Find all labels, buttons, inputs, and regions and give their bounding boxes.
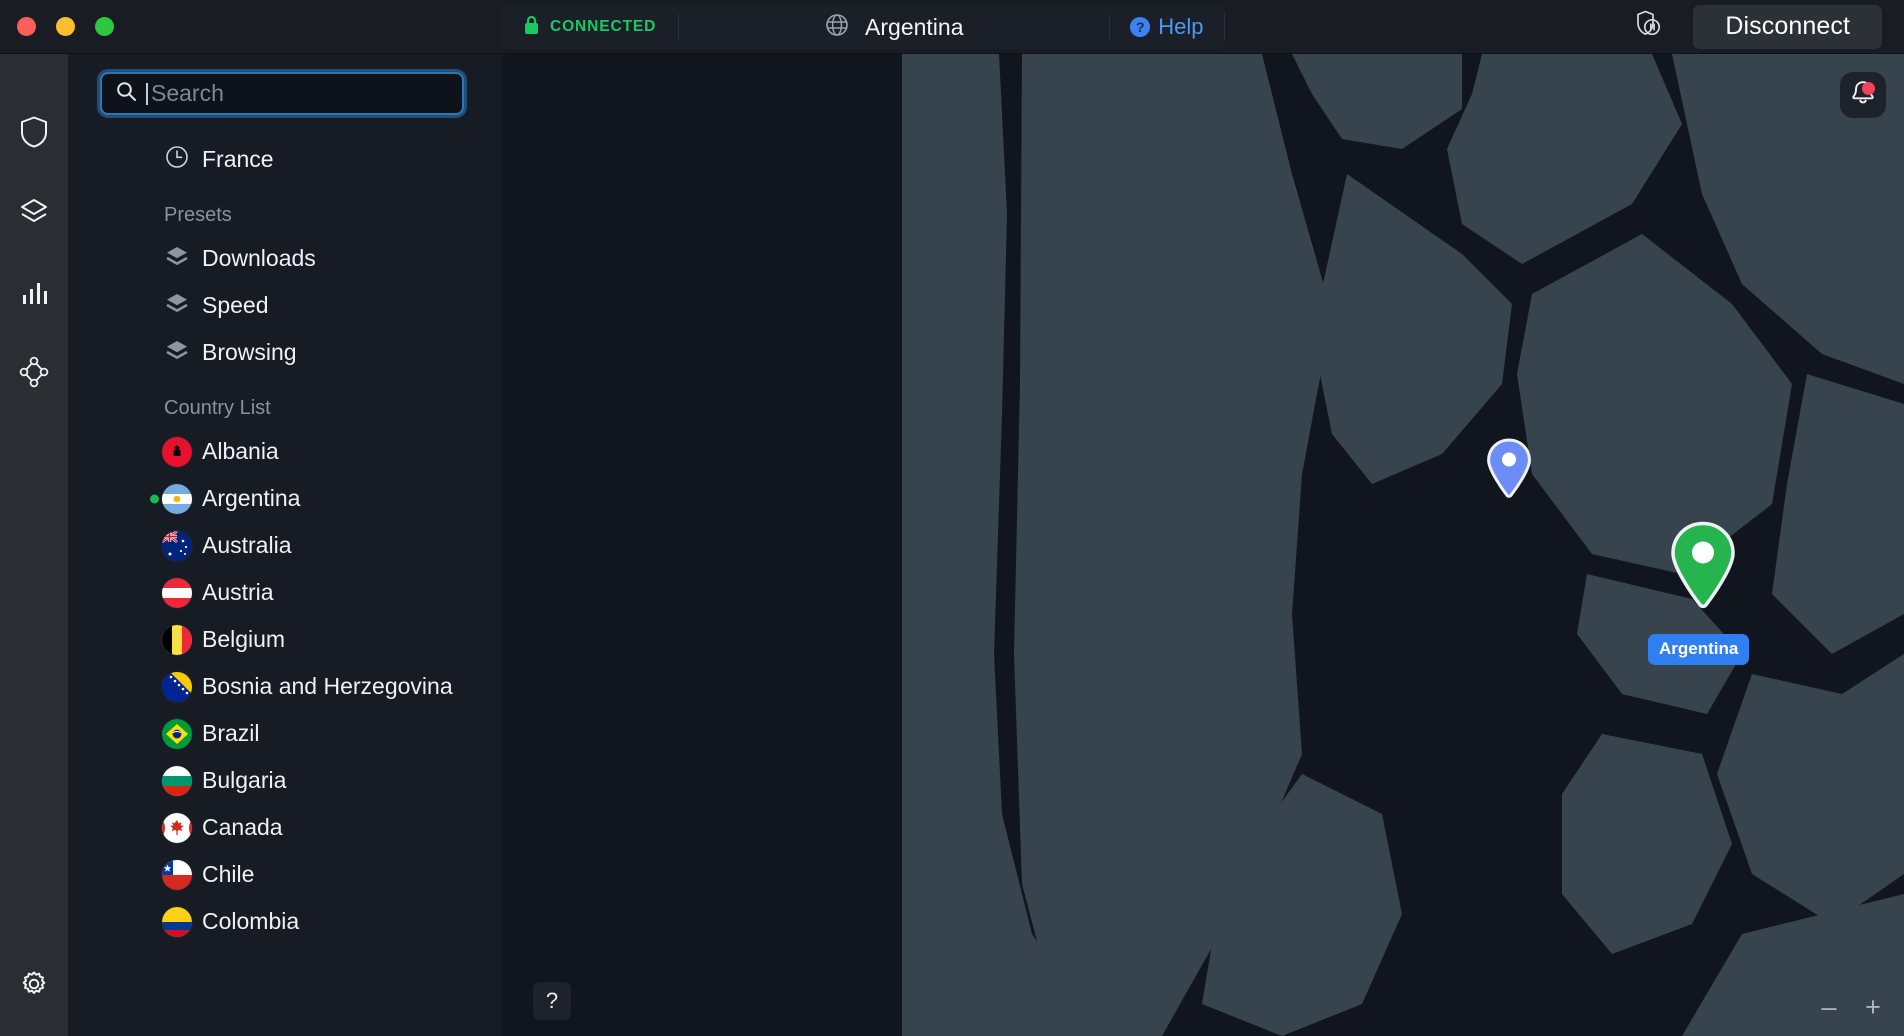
flag-br <box>162 718 192 749</box>
sidebar-item-network[interactable] <box>0 334 68 414</box>
search-placeholder: Search <box>151 80 224 106</box>
layers-icon <box>164 337 190 368</box>
list-item-country-bosnia-and-herzegovina[interactable]: Bosnia and Herzegovina <box>68 663 502 710</box>
sidebar-item-stats[interactable] <box>0 254 68 334</box>
app-window: CONNECTED Argentina ? Help Disconnect Se… <box>0 0 1904 1036</box>
zoom-in-button[interactable]: + <box>1856 990 1890 1024</box>
flag-cl <box>162 859 192 890</box>
flag-bg <box>162 765 192 796</box>
minimize-button[interactable] <box>56 17 75 36</box>
sidebar-item-protection[interactable] <box>0 94 68 174</box>
list-item-label: Speed <box>202 292 269 318</box>
flag-ca <box>162 812 192 843</box>
gear-icon <box>18 968 50 1005</box>
flag-ar <box>162 483 192 514</box>
titlebar-actions: Disconnect <box>1631 4 1904 49</box>
secure-core-pin[interactable] <box>1483 437 1535 508</box>
flag-au <box>162 530 192 561</box>
list-item-label: Austria <box>202 579 274 605</box>
flag-be <box>162 624 192 655</box>
disconnect-button[interactable]: Disconnect <box>1693 4 1882 49</box>
list-item-country-belgium[interactable]: Belgium <box>68 616 502 663</box>
country-panel: Search France Presets Downloads Speed Br… <box>68 54 502 1036</box>
sidebar-item-presets[interactable] <box>0 174 68 254</box>
list-item-preset-downloads[interactable]: Downloads <box>68 235 502 282</box>
shield-pause-icon[interactable] <box>1631 7 1665 46</box>
question-mark-icon: ? <box>1130 17 1151 37</box>
list-item-country-chile[interactable]: Chile <box>68 851 502 898</box>
list-item-label: Downloads <box>202 245 316 271</box>
close-button[interactable] <box>17 17 36 36</box>
globe-icon <box>825 13 849 42</box>
layers-icon <box>164 243 190 274</box>
layers-icon <box>164 290 190 321</box>
list-item-label: Chile <box>202 861 255 887</box>
list-item-label: Canada <box>202 814 283 840</box>
list-item-country-austria[interactable]: Austria <box>68 569 502 616</box>
bar-chart-icon <box>20 278 48 311</box>
text-cursor <box>146 82 148 105</box>
list-item-label: Bosnia and Herzegovina <box>202 673 453 699</box>
server-pin-argentina[interactable] <box>1665 520 1741 621</box>
list-item-country-argentina[interactable]: Argentina <box>68 475 502 522</box>
lock-closed-icon <box>523 15 540 40</box>
location-list[interactable]: France Presets Downloads Speed Browsing … <box>68 136 502 1036</box>
list-item-country-brazil[interactable]: Brazil <box>68 710 502 757</box>
map-view[interactable]: Argentina ? – + <box>502 54 1904 1036</box>
list-item-country-albania[interactable]: Albania <box>68 428 502 475</box>
list-item-recent-france[interactable]: France <box>68 136 502 183</box>
help-button[interactable]: ? Help <box>1110 5 1223 49</box>
search-icon <box>115 80 137 107</box>
map-help-button[interactable]: ? <box>533 982 571 1020</box>
list-item-country-australia[interactable]: Australia <box>68 522 502 569</box>
list-item-label: Belgium <box>202 626 286 652</box>
connection-status-bar: CONNECTED Argentina ? Help <box>501 5 1225 49</box>
connection-status-label: CONNECTED <box>550 18 657 35</box>
list-item-label: France <box>202 146 274 172</box>
list-item-preset-browsing[interactable]: Browsing <box>68 329 502 376</box>
section-title-presets: Presets <box>164 204 232 226</box>
layers-icon <box>18 196 50 233</box>
clock-icon <box>164 144 190 175</box>
list-item-country-colombia[interactable]: Colombia <box>68 898 502 945</box>
list-item-label: Australia <box>202 532 292 558</box>
flag-co <box>162 906 192 937</box>
connection-status: CONNECTED <box>501 5 678 49</box>
current-country-label: Argentina <box>865 13 964 40</box>
server-pin-label: Argentina <box>1648 634 1750 665</box>
map-zoom-controls: – + <box>1812 990 1890 1024</box>
app-body: Search France Presets Downloads Speed Br… <box>0 54 1904 1036</box>
list-item-label: Bulgaria <box>202 767 287 793</box>
list-item-label: Albania <box>202 438 279 464</box>
list-item-preset-speed[interactable]: Speed <box>68 282 502 329</box>
list-item-label: Brazil <box>202 720 260 746</box>
notifications-button[interactable] <box>1840 72 1886 118</box>
sidebar-item-settings[interactable] <box>18 936 50 1036</box>
window-controls <box>0 17 120 36</box>
list-item-country-bulgaria[interactable]: Bulgaria <box>68 757 502 804</box>
status-divider-3 <box>1223 14 1225 40</box>
icon-rail <box>0 54 68 1036</box>
connected-indicator-dot <box>150 494 159 503</box>
network-nodes-icon <box>18 356 50 393</box>
list-item-label: Browsing <box>202 339 297 365</box>
shield-icon <box>19 115 49 153</box>
title-bar: CONNECTED Argentina ? Help Disconnect <box>0 0 1904 54</box>
current-country: Argentina <box>679 5 1109 49</box>
zoom-out-button[interactable]: – <box>1812 990 1846 1024</box>
list-item-label: Colombia <box>202 908 300 934</box>
list-item-country-canada[interactable]: Canada <box>68 804 502 851</box>
help-label: Help <box>1158 14 1204 39</box>
flag-al <box>162 436 192 467</box>
maximize-button[interactable] <box>95 17 114 36</box>
search-input[interactable]: Search <box>100 72 464 115</box>
flag-at <box>162 577 192 608</box>
section-title-country-list: Country List <box>164 397 271 419</box>
flag-ba <box>162 671 192 702</box>
list-item-label: Argentina <box>202 485 301 511</box>
notification-badge <box>1862 82 1875 95</box>
search-container: Search <box>68 54 502 119</box>
